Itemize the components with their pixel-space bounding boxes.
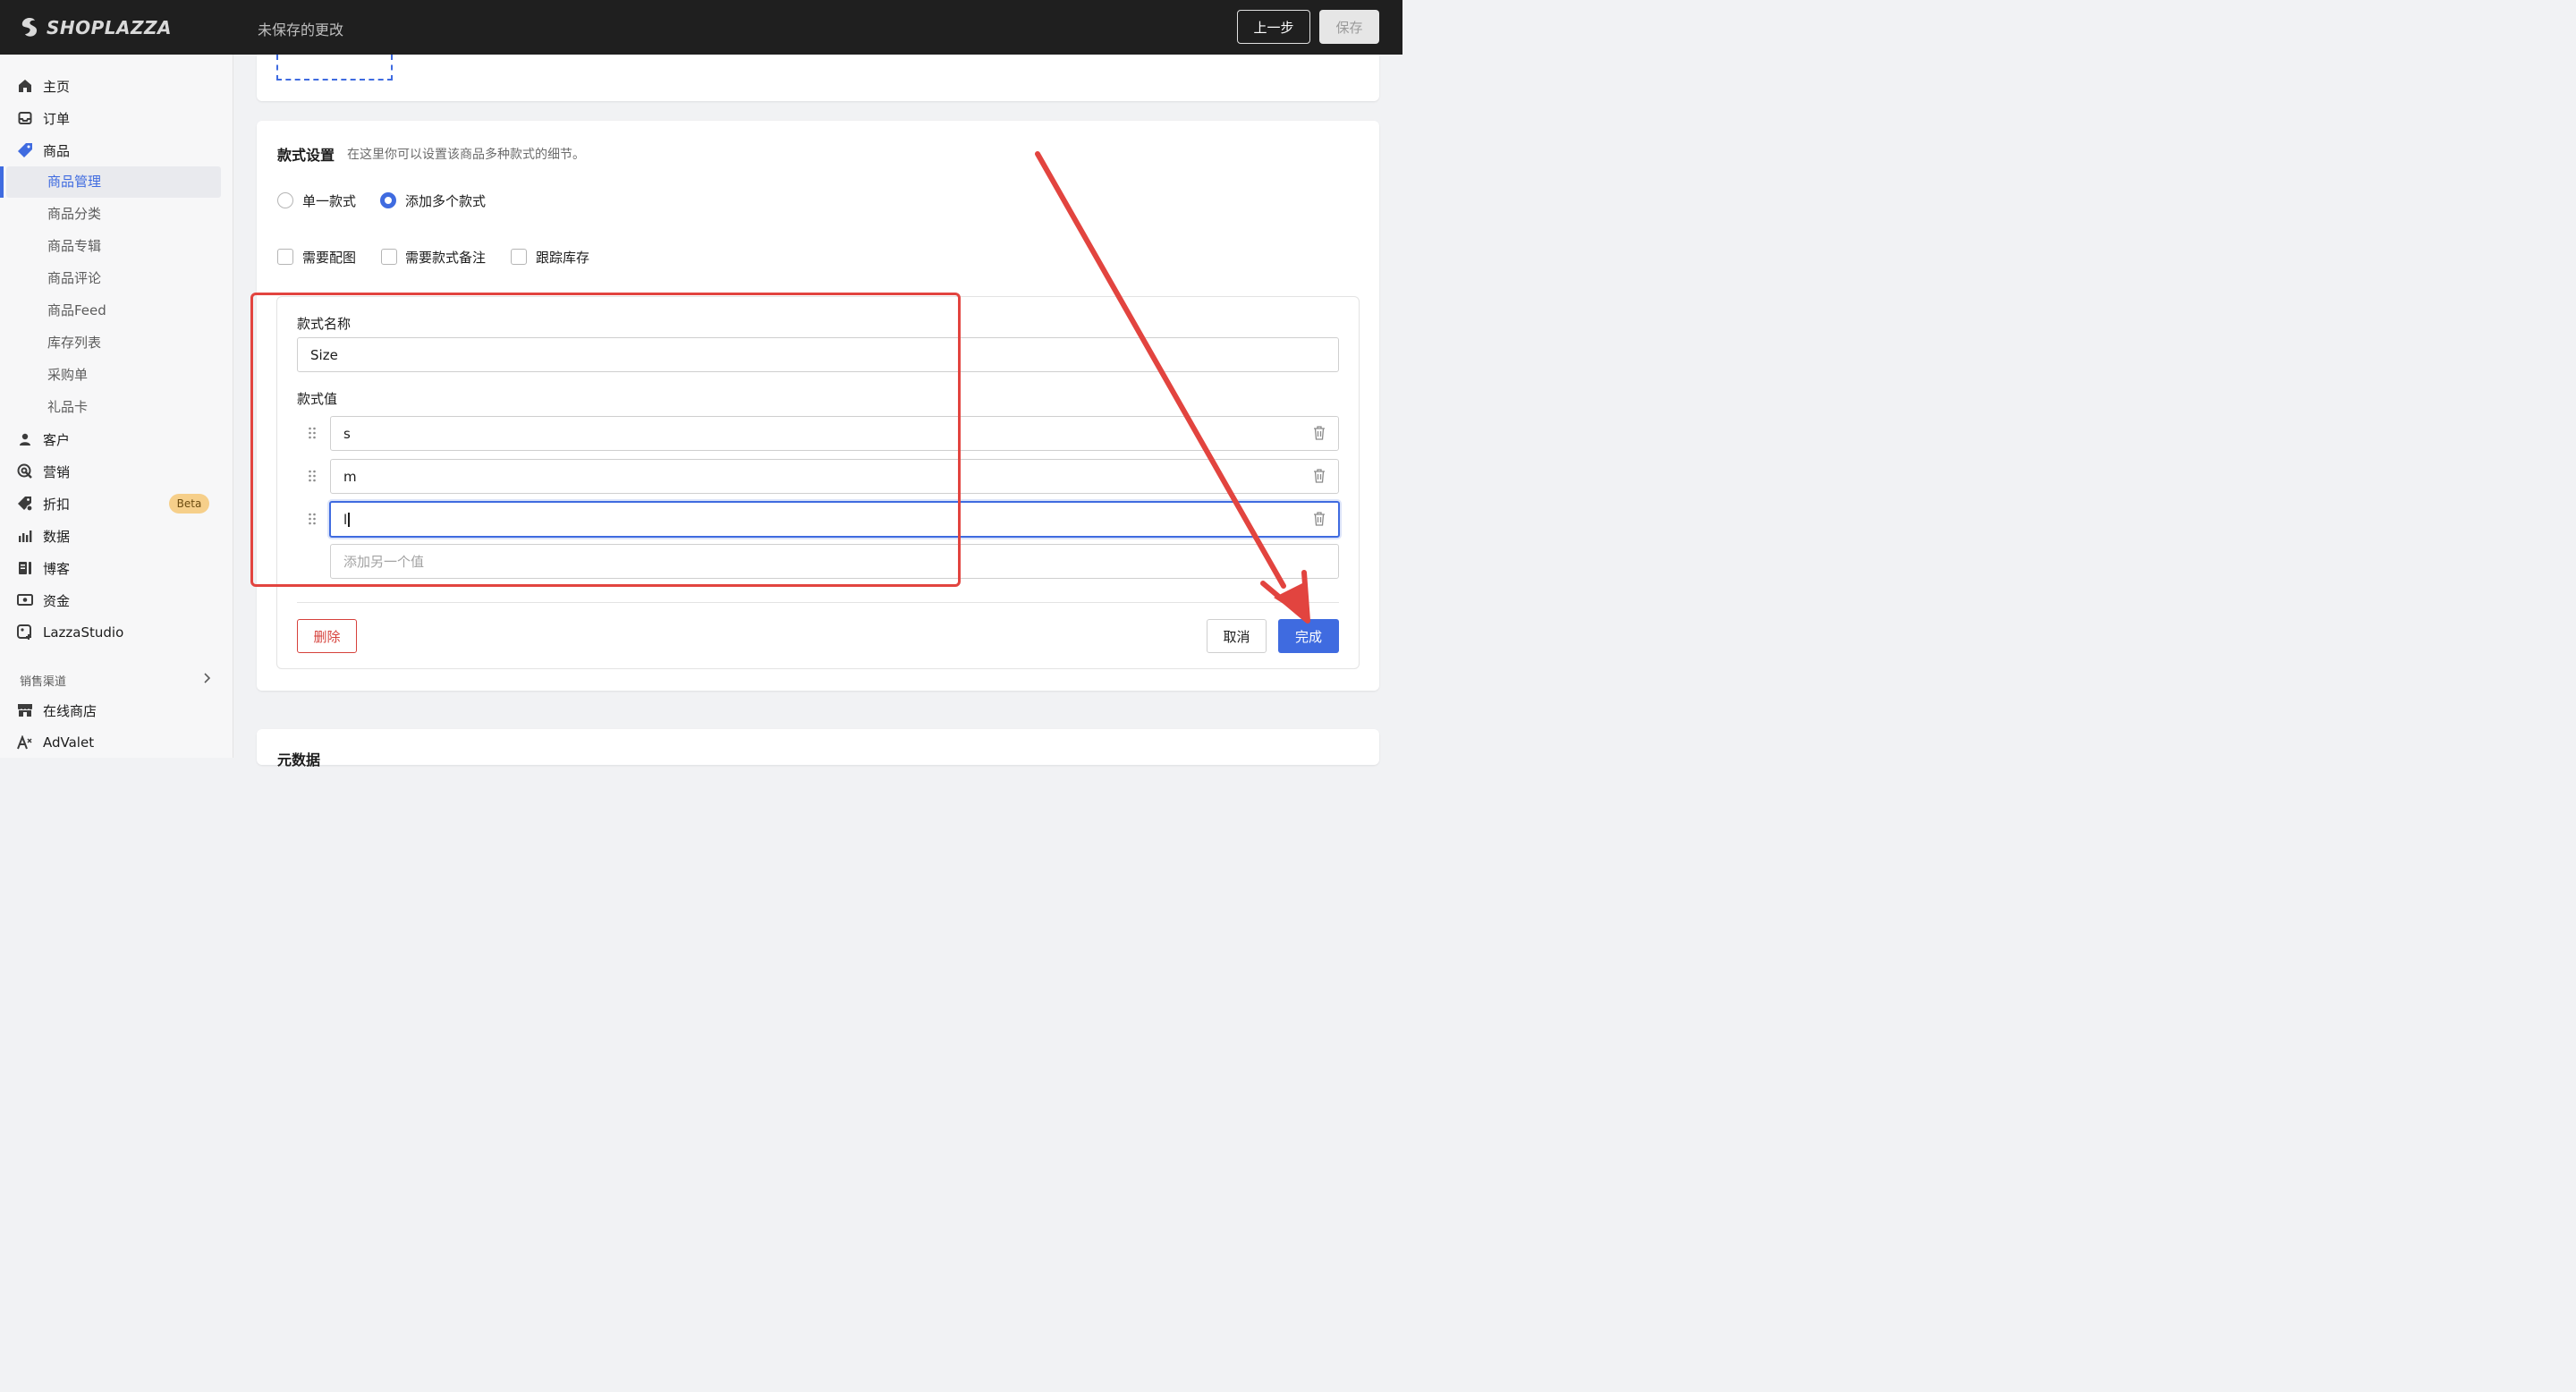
- sidebar-subitem-purchase-orders[interactable]: 采购单: [47, 365, 88, 385]
- unsaved-changes-label: 未保存的更改: [258, 21, 344, 38]
- sidebar-item-label: 营销: [43, 463, 71, 480]
- sidebar-item-label: 客户: [43, 431, 71, 448]
- option-value-text: l: [343, 511, 348, 528]
- sidebar-item-label: 订单: [43, 110, 71, 127]
- option-name-label: 款式名称: [297, 316, 352, 332]
- delete-option-button[interactable]: 删除: [297, 619, 357, 653]
- drag-handle-icon[interactable]: [308, 470, 317, 482]
- option-value-text: m: [343, 468, 357, 485]
- drag-handle-icon[interactable]: [308, 513, 317, 525]
- chevron-right-icon[interactable]: [202, 672, 211, 688]
- sidebar-item-online-store[interactable]: 在线商店: [16, 700, 97, 721]
- editor-divider: [297, 602, 1339, 603]
- save-button[interactable]: 保存: [1319, 10, 1379, 44]
- sidebar-item-label: AdValet: [43, 734, 95, 751]
- sidebar-subitem-inventory[interactable]: 库存列表: [47, 333, 101, 352]
- media-card: [257, 55, 1379, 101]
- inbox-icon: [16, 109, 34, 127]
- discount-icon: [16, 495, 34, 513]
- track-inventory-checkbox[interactable]: [511, 249, 527, 265]
- require-note-label: 需要款式备注: [405, 250, 487, 266]
- cancel-button[interactable]: 取消: [1207, 619, 1267, 653]
- brand-name: SHOPLAZZA: [47, 17, 173, 38]
- studio-icon: [16, 624, 34, 641]
- track-inventory-label: 跟踪库存: [536, 250, 590, 266]
- add-option-value-input[interactable]: 添加另一个值: [330, 544, 1339, 579]
- top-bar: SHOPLAZZA 未保存的更改 上一步 保存: [0, 0, 1402, 55]
- metadata-card: [257, 729, 1379, 765]
- blog-icon: [16, 559, 34, 577]
- sidebar-subitem-product-management[interactable]: 商品管理: [47, 172, 101, 191]
- sidebar-item-orders[interactable]: 订单: [16, 107, 70, 129]
- text-caret: [348, 512, 350, 527]
- trash-icon[interactable]: [1313, 469, 1326, 483]
- sidebar-item-label: 主页: [43, 78, 71, 95]
- sidebar-item-home[interactable]: 主页: [16, 75, 70, 97]
- active-item-indicator: [0, 166, 4, 198]
- variant-settings-subtitle: 在这里你可以设置该商品多种款式的细节。: [347, 148, 585, 162]
- tag-icon: [16, 141, 34, 159]
- sidebar-item-advalet[interactable]: AdValet: [16, 732, 94, 753]
- sidebar-item-products[interactable]: 商品: [16, 140, 70, 161]
- multi-variant-label: 添加多个款式: [405, 193, 487, 209]
- sidebar-item-customers[interactable]: 客户: [16, 429, 70, 450]
- beta-badge: Beta: [169, 494, 209, 514]
- previous-step-button[interactable]: 上一步: [1237, 10, 1310, 44]
- chart-icon: [16, 527, 34, 545]
- sidebar-item-label: LazzaStudio: [43, 624, 124, 641]
- sidebar-item-label: 商品: [43, 142, 71, 159]
- sidebar-subitem-collections[interactable]: 商品专辑: [47, 236, 101, 256]
- require-image-label: 需要配图: [302, 250, 357, 266]
- option-value-input-1[interactable]: s: [330, 416, 1339, 451]
- trash-icon[interactable]: [1313, 512, 1326, 526]
- single-variant-radio[interactable]: [277, 192, 293, 208]
- money-icon: [16, 591, 34, 609]
- sidebar-subitem-gift-cards[interactable]: 礼品卡: [47, 397, 88, 417]
- media-dropzone[interactable]: [276, 55, 393, 81]
- option-value-text: s: [343, 425, 351, 442]
- single-variant-label: 单一款式: [302, 193, 357, 209]
- person-icon: [16, 430, 34, 448]
- sidebar-subitem-categories[interactable]: 商品分类: [47, 204, 101, 224]
- sidebar-item-label: 博客: [43, 560, 71, 577]
- store-icon: [16, 701, 34, 719]
- variant-settings-title: 款式设置: [277, 147, 335, 164]
- multi-variant-radio[interactable]: [380, 192, 396, 208]
- sidebar-item-label: 资金: [43, 592, 71, 609]
- trash-icon[interactable]: [1313, 426, 1326, 440]
- sidebar-item-label: 数据: [43, 528, 71, 545]
- option-values-label: 款式值: [297, 391, 338, 407]
- sidebar-item-lazzastudio[interactable]: LazzaStudio: [16, 622, 123, 643]
- option-value-input-3[interactable]: l: [329, 501, 1340, 538]
- sidebar-item-discounts[interactable]: 折扣: [16, 493, 70, 514]
- option-value-input-2[interactable]: m: [330, 459, 1339, 494]
- drag-handle-icon[interactable]: [308, 427, 317, 439]
- sidebar-item-analytics[interactable]: 数据: [16, 525, 70, 547]
- sidebar-item-label: 在线商店: [43, 702, 97, 719]
- sidebar-item-finance[interactable]: 资金: [16, 590, 70, 611]
- advalet-icon: [16, 734, 34, 751]
- sidebar-subitem-feed[interactable]: 商品Feed: [47, 301, 106, 320]
- option-name-value: Size: [310, 346, 338, 363]
- target-icon: [16, 463, 34, 480]
- home-icon: [16, 77, 34, 95]
- shoplazza-logo-icon: [21, 18, 38, 37]
- shoplazza-logo[interactable]: SHOPLAZZA: [18, 14, 172, 41]
- add-value-placeholder: 添加另一个值: [343, 554, 425, 570]
- sidebar-item-marketing[interactable]: 营销: [16, 461, 70, 482]
- require-image-checkbox[interactable]: [277, 249, 293, 265]
- metadata-title: 元数据: [277, 751, 321, 768]
- active-item-highlight: [6, 166, 221, 198]
- sidebar-item-blog[interactable]: 博客: [16, 557, 70, 579]
- done-button[interactable]: 完成: [1278, 619, 1339, 653]
- sidebar-subitem-reviews[interactable]: 商品评论: [47, 268, 101, 288]
- option-name-input[interactable]: Size: [297, 337, 1339, 372]
- sales-channels-title: 销售渠道: [20, 675, 67, 689]
- require-note-checkbox[interactable]: [381, 249, 397, 265]
- sidebar-item-label: 折扣: [43, 496, 71, 513]
